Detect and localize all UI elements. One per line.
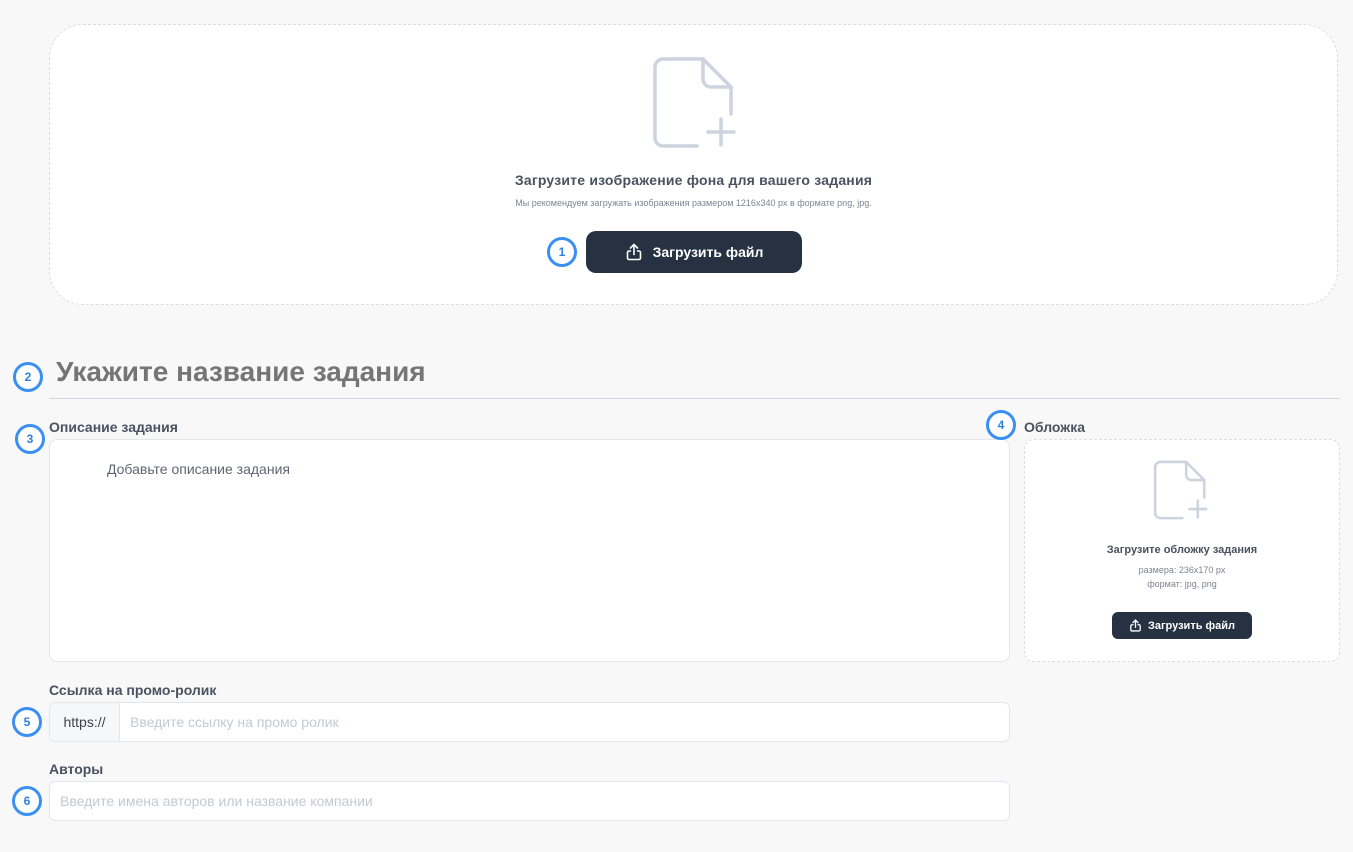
step-marker-5: 5 xyxy=(12,707,42,737)
upload-cover-label: Загрузить файл xyxy=(1147,619,1236,632)
url-prefix: https:// xyxy=(50,703,120,741)
upload-background-button[interactable]: Загрузить файл xyxy=(586,231,802,273)
upload-cover-button[interactable]: Загрузить файл xyxy=(1112,612,1252,639)
cover-format-text: формат: jpg, png xyxy=(1147,579,1217,589)
cover-size-text: размера: 236x170 px xyxy=(1138,565,1226,575)
promo-label: Ссылка на промо-ролик xyxy=(49,682,217,698)
cover-upload-title: Загрузите обложку задания xyxy=(1106,544,1258,556)
upload-icon xyxy=(1130,619,1141,632)
upload-icon xyxy=(626,243,641,261)
background-upload-title: Загрузите изображение фона для вашего за… xyxy=(514,172,873,188)
title-underline xyxy=(49,398,1340,399)
description-placeholder: Добавьте описание задания xyxy=(107,461,290,477)
promo-url-group: https:// xyxy=(49,702,1010,742)
authors-input[interactable] xyxy=(50,782,1009,820)
background-upload-hint: Мы рекомендуем загружать изображения раз… xyxy=(515,198,872,208)
authors-field xyxy=(49,781,1010,821)
task-title-input[interactable] xyxy=(56,356,956,388)
step-marker-1: 1 xyxy=(547,237,577,267)
file-plus-icon xyxy=(653,57,736,148)
step-marker-2: 2 xyxy=(13,362,43,392)
cover-label: Обложка xyxy=(1024,419,1085,435)
promo-url-input[interactable] xyxy=(120,703,1009,741)
step-marker-6: 6 xyxy=(12,786,42,816)
file-plus-icon xyxy=(1153,460,1208,520)
description-label: Описание задания xyxy=(49,419,178,435)
upload-background-label: Загрузить файл xyxy=(652,244,764,260)
step-marker-3: 3 xyxy=(15,424,45,454)
authors-label: Авторы xyxy=(49,761,104,777)
step-marker-4: 4 xyxy=(986,410,1016,440)
